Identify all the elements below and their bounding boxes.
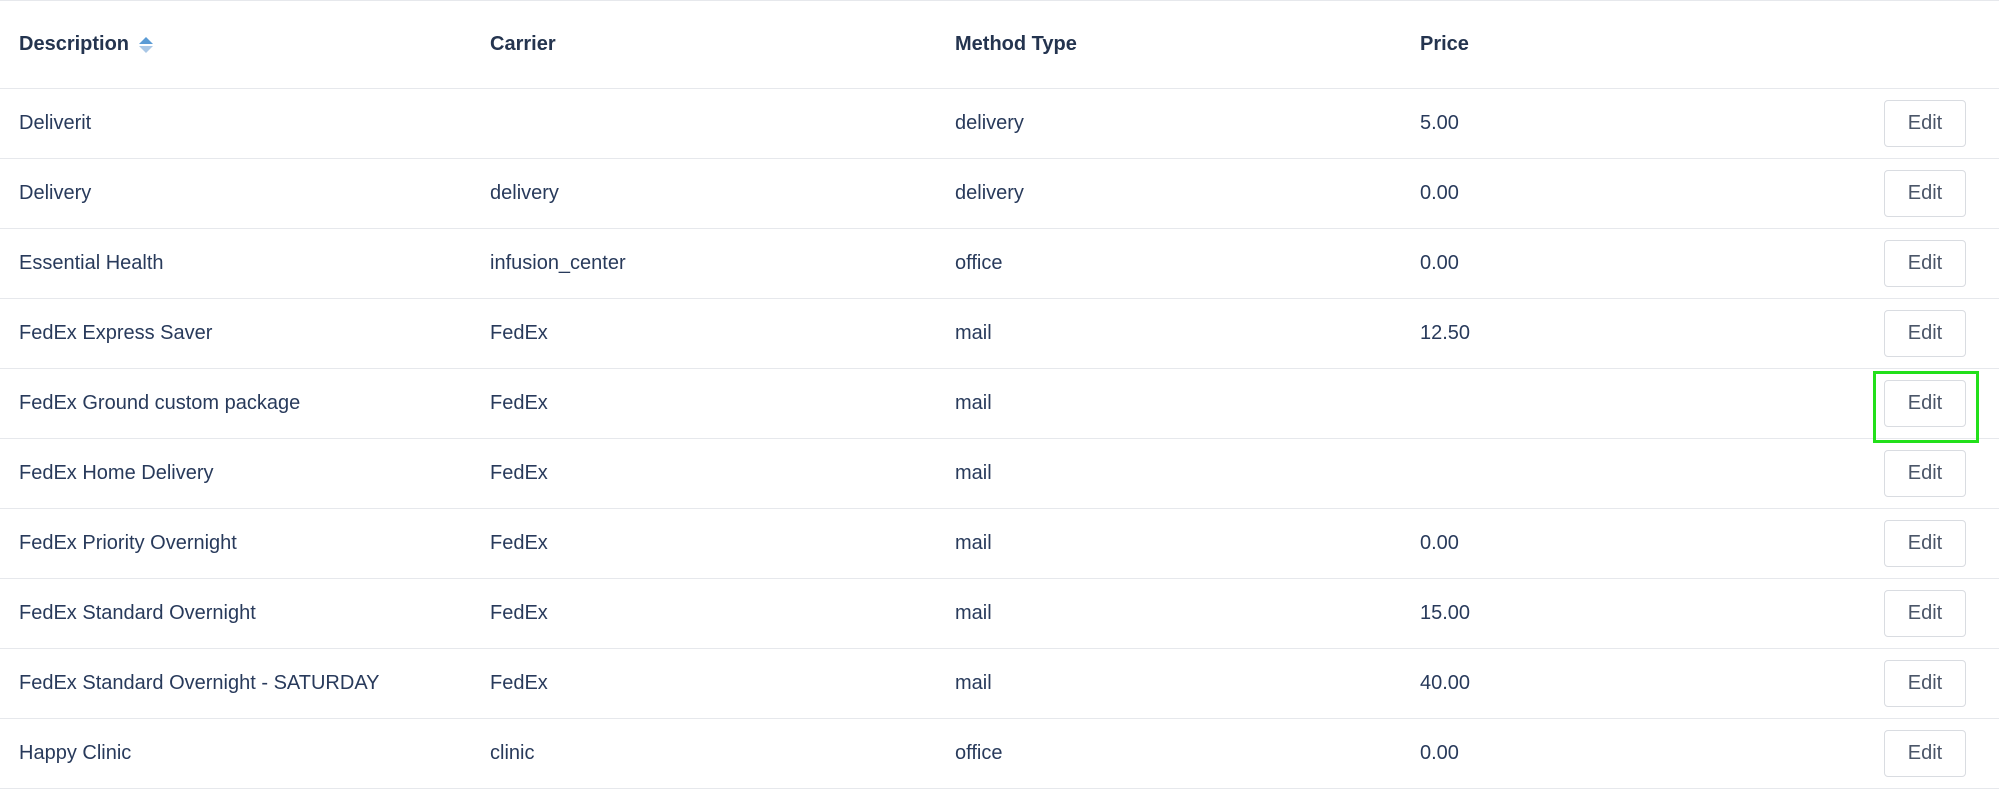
cell-method-type: mail	[955, 602, 992, 624]
table-row: FedEx Standard Overnight - SATURDAY FedEx…	[0, 649, 1999, 719]
table-row: FedEx Standard Overnight FedEx mail 15.00 Ed…	[0, 579, 1999, 649]
cell-carrier: clinic	[490, 742, 535, 764]
cell-carrier: infusion_center	[490, 252, 626, 274]
column-header-method-type: Method Type	[955, 33, 1077, 55]
cell-method-type: mail	[955, 672, 992, 694]
table-row: FedEx Express Saver FedEx mail 12.50 Edit	[0, 299, 1999, 369]
column-header-carrier: Carrier	[490, 33, 556, 55]
cell-description: Happy Clinic	[19, 742, 132, 764]
edit-button[interactable]: Edit	[1884, 170, 1966, 217]
edit-button[interactable]: Edit	[1884, 100, 1966, 147]
cell-method-type: delivery	[955, 182, 1024, 204]
cell-carrier: delivery	[490, 182, 559, 204]
cell-carrier: FedEx	[490, 672, 548, 694]
table-row: FedEx Home Delivery FedEx mail Edit	[0, 439, 1999, 509]
edit-button[interactable]: Edit	[1884, 310, 1966, 357]
column-header-price: Price	[1420, 33, 1469, 55]
cell-description: Deliverit	[19, 112, 92, 134]
edit-button[interactable]: Edit	[1884, 380, 1966, 427]
table-row: Happy Clinic clinic office 0.00 Edit	[0, 719, 1999, 789]
cell-description: FedEx Home Delivery	[19, 462, 214, 484]
cell-carrier: FedEx	[490, 322, 548, 344]
column-header-description[interactable]: Description	[19, 1, 154, 88]
cell-price: 0.00	[1420, 182, 1459, 204]
shipping-methods-table: Description Carrier Method Type Price De…	[0, 0, 1999, 789]
cell-description: Delivery	[19, 182, 92, 204]
cell-action: Edit	[1884, 369, 1966, 438]
cell-carrier: FedEx	[490, 392, 548, 414]
table-row: FedEx Ground custom package FedEx mail Edit	[0, 369, 1999, 443]
cell-price: 12.50	[1420, 322, 1471, 344]
cell-price: 5.00	[1420, 112, 1459, 134]
cell-description: FedEx Standard Overnight - SATURDAY	[19, 672, 380, 694]
table-row: FedEx Priority Overnight FedEx mail 0.00 Edi…	[0, 509, 1999, 579]
cell-action: Edit	[1884, 719, 1966, 788]
cell-price: 0.00	[1420, 532, 1459, 554]
cell-method-type: office	[955, 252, 1003, 274]
cell-description: Essential Health	[19, 252, 164, 274]
column-header-label: Description	[19, 33, 130, 55]
cell-price: 40.00	[1420, 672, 1471, 694]
edit-button[interactable]: Edit	[1884, 240, 1966, 287]
cell-description: FedEx Priority Overnight	[19, 532, 237, 554]
cell-price: 0.00	[1420, 252, 1459, 274]
cell-method-type: mail	[955, 532, 992, 554]
edit-button[interactable]: Edit	[1884, 660, 1966, 707]
cell-carrier: FedEx	[490, 532, 548, 554]
table-body: Deliverit delivery 5.00 Edit Delivery deliver…	[0, 89, 1999, 789]
table-row: Deliverit delivery 5.00 Edit	[0, 89, 1999, 159]
cell-action: Edit	[1884, 509, 1966, 578]
cell-method-type: mail	[955, 462, 992, 484]
cell-action: Edit	[1884, 439, 1966, 508]
table-row: Delivery delivery delivery 0.00 Edit	[0, 159, 1999, 229]
cell-action: Edit	[1884, 299, 1966, 368]
cell-method-type: office	[955, 742, 1003, 764]
cell-method-type: mail	[955, 392, 992, 414]
edit-button[interactable]: Edit	[1884, 590, 1966, 637]
edit-button[interactable]: Edit	[1884, 730, 1966, 777]
cell-carrier: FedEx	[490, 462, 548, 484]
cell-price: 15.00	[1420, 602, 1471, 624]
cell-description: FedEx Express Saver	[19, 322, 213, 344]
cell-description: FedEx Ground custom package	[19, 392, 301, 414]
edit-button[interactable]: Edit	[1884, 520, 1966, 567]
cell-method-type: delivery	[955, 112, 1024, 134]
edit-button[interactable]: Edit	[1884, 450, 1966, 497]
table-header: Description Carrier Method Type Price	[0, 1, 1999, 89]
cell-action: Edit	[1884, 579, 1966, 648]
sort-icon[interactable]	[139, 35, 154, 55]
cell-carrier: FedEx	[490, 602, 548, 624]
cell-method-type: mail	[955, 322, 992, 344]
cell-action: Edit	[1884, 649, 1966, 718]
cell-action: Edit	[1884, 229, 1966, 298]
cell-action: Edit	[1884, 89, 1966, 158]
cell-price: 0.00	[1420, 742, 1459, 764]
cell-description: FedEx Standard Overnight	[19, 602, 256, 624]
table-row: Essential Health infusion_center office 0.0…	[0, 229, 1999, 299]
cell-action: Edit	[1884, 159, 1966, 228]
